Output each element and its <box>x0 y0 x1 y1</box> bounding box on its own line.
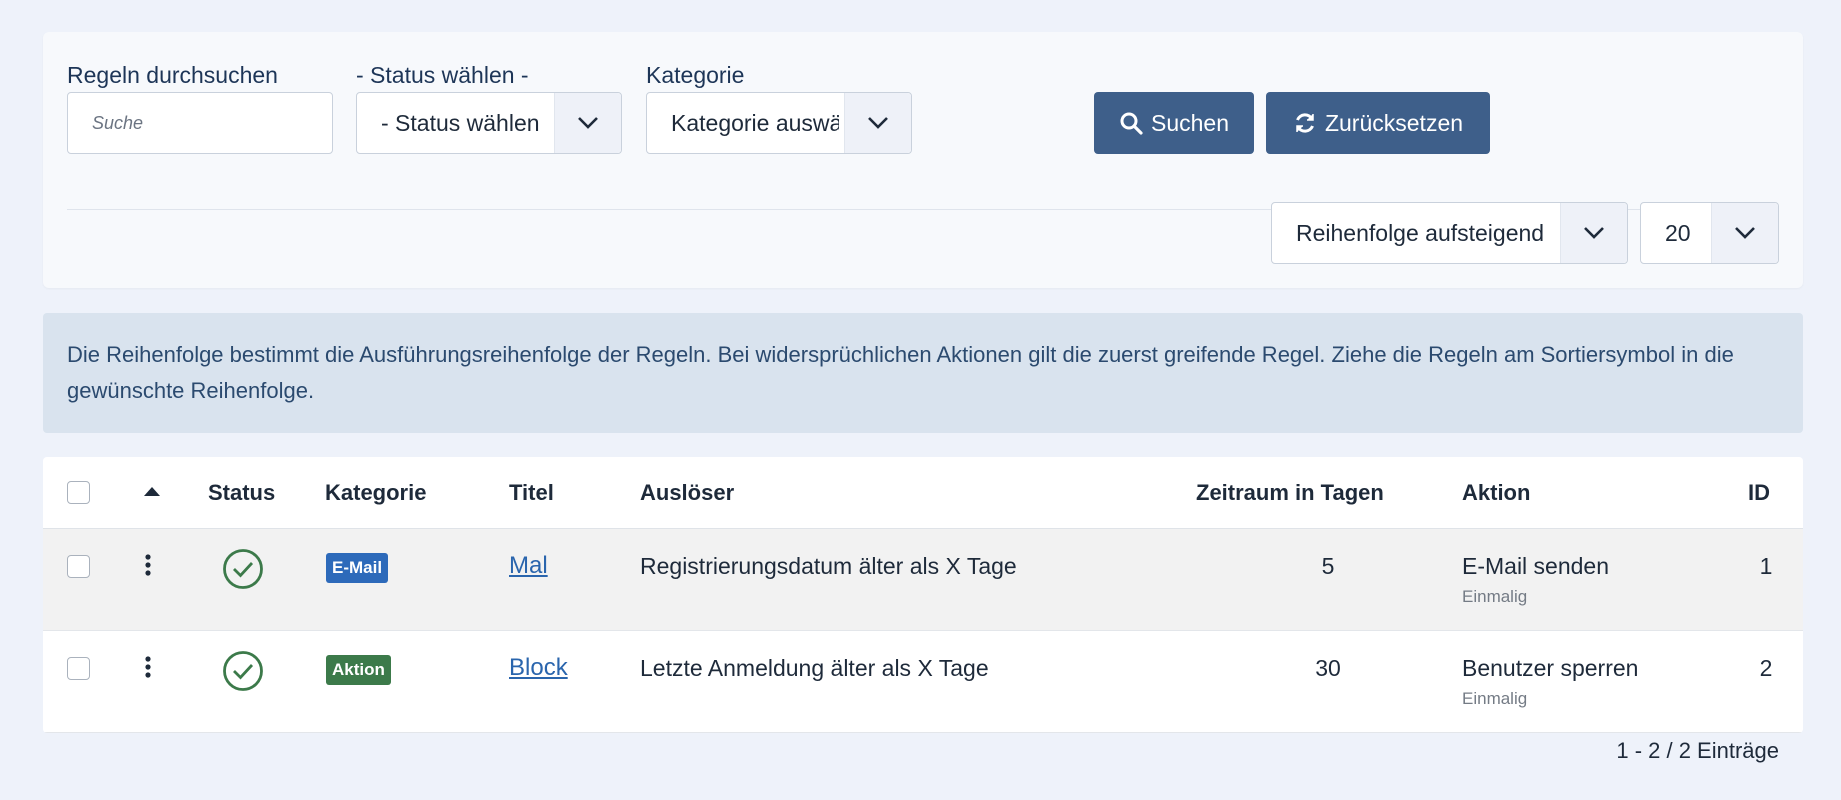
limit-select-value: 20 <box>1665 220 1691 246</box>
search-icon <box>1120 112 1143 135</box>
chevron-down-icon <box>1560 203 1627 263</box>
rule-id: 2 <box>1759 655 1773 681</box>
search-button-label: Suchen <box>1150 109 1229 136</box>
rule-period: 30 <box>1315 655 1341 681</box>
refresh-icon <box>1296 113 1314 133</box>
category-select-value: Kategorie auswählen <box>671 110 839 136</box>
rule-title-link[interactable]: Mal <box>509 551 548 581</box>
table-header: Status Kategorie Titel Auslöser Zeitraum… <box>43 457 1803 529</box>
status-select-value: - Status wählen <box>381 110 540 136</box>
select-all-checkbox[interactable] <box>67 481 90 504</box>
table-row: E-Mail Mal Registrierungsdatum älter als… <box>43 529 1803 631</box>
chevron-down-icon <box>844 93 911 153</box>
ordering-select-value: Reihenfolge aufsteigend <box>1296 220 1545 246</box>
rule-id: 1 <box>1759 553 1773 579</box>
category-field: Kategorie <box>646 60 744 90</box>
header-id[interactable]: ID <box>1748 457 1770 529</box>
pagination-info: 1 - 2 / 2 Einträge <box>1616 738 1779 763</box>
rule-title-link[interactable]: Block <box>509 653 568 683</box>
reset-button-label: Zurücksetzen <box>1324 109 1464 136</box>
search-field: Regeln durchsuchen <box>67 60 278 90</box>
header-title[interactable]: Titel <box>509 457 554 529</box>
drag-handle-icon[interactable] <box>144 553 152 582</box>
info-alert: Die Reihenfolge bestimmt die Ausführungs… <box>43 313 1803 433</box>
search-placeholder: Suche <box>92 113 144 133</box>
row-checkbox[interactable] <box>67 555 90 578</box>
search-label: Regeln durchsuchen <box>67 62 278 88</box>
status-select[interactable]: - Status wählen <box>356 92 622 154</box>
chevron-down-icon <box>1711 203 1778 263</box>
status-published-icon[interactable] <box>222 650 264 697</box>
header-status[interactable]: Status <box>208 457 275 529</box>
reset-button[interactable]: Zurücksetzen <box>1266 92 1490 154</box>
ordering-select[interactable]: Reihenfolge aufsteigend <box>1271 202 1628 264</box>
search-button[interactable]: Suchen <box>1094 92 1254 154</box>
category-select[interactable]: Kategorie auswählen <box>646 92 912 154</box>
rules-table: Status Kategorie Titel Auslöser Zeitraum… <box>43 457 1803 733</box>
header-period[interactable]: Zeitraum in Tagen <box>1196 457 1384 529</box>
row-checkbox[interactable] <box>67 657 90 680</box>
rule-trigger: Letzte Anmeldung älter als X Tage <box>640 655 989 681</box>
sort-up-icon[interactable] <box>143 484 161 502</box>
rule-action-frequency: Einmalig <box>1462 689 1528 708</box>
chevron-down-icon <box>554 93 621 153</box>
header-trigger[interactable]: Auslöser <box>640 457 734 529</box>
status-published-icon[interactable] <box>222 548 264 595</box>
rule-period: 5 <box>1321 553 1335 579</box>
header-action[interactable]: Aktion <box>1462 457 1530 529</box>
rule-action-frequency: Einmalig <box>1462 587 1528 606</box>
limit-select[interactable]: 20 <box>1640 202 1779 264</box>
filter-panel: Regeln durchsuchen Suche - Status wählen… <box>43 32 1803 288</box>
rule-action: Benutzer sperren <box>1462 655 1639 681</box>
rule-action: E-Mail senden <box>1462 553 1610 579</box>
category-label: Kategorie <box>646 62 745 88</box>
header-category[interactable]: Kategorie <box>325 457 426 529</box>
table-row: Aktion Block Letzte Anmeldung älter als … <box>43 631 1803 733</box>
status-label: - Status wählen - <box>356 62 529 88</box>
drag-handle-icon[interactable] <box>144 655 152 684</box>
category-badge: Aktion <box>326 655 391 685</box>
info-text: Die Reihenfolge bestimmt die Ausführungs… <box>67 342 1734 403</box>
rule-trigger: Registrierungsdatum älter als X Tage <box>640 553 1017 579</box>
search-input[interactable]: Suche <box>67 92 333 154</box>
category-badge: E-Mail <box>326 553 389 583</box>
status-field: - Status wählen - <box>356 60 529 90</box>
